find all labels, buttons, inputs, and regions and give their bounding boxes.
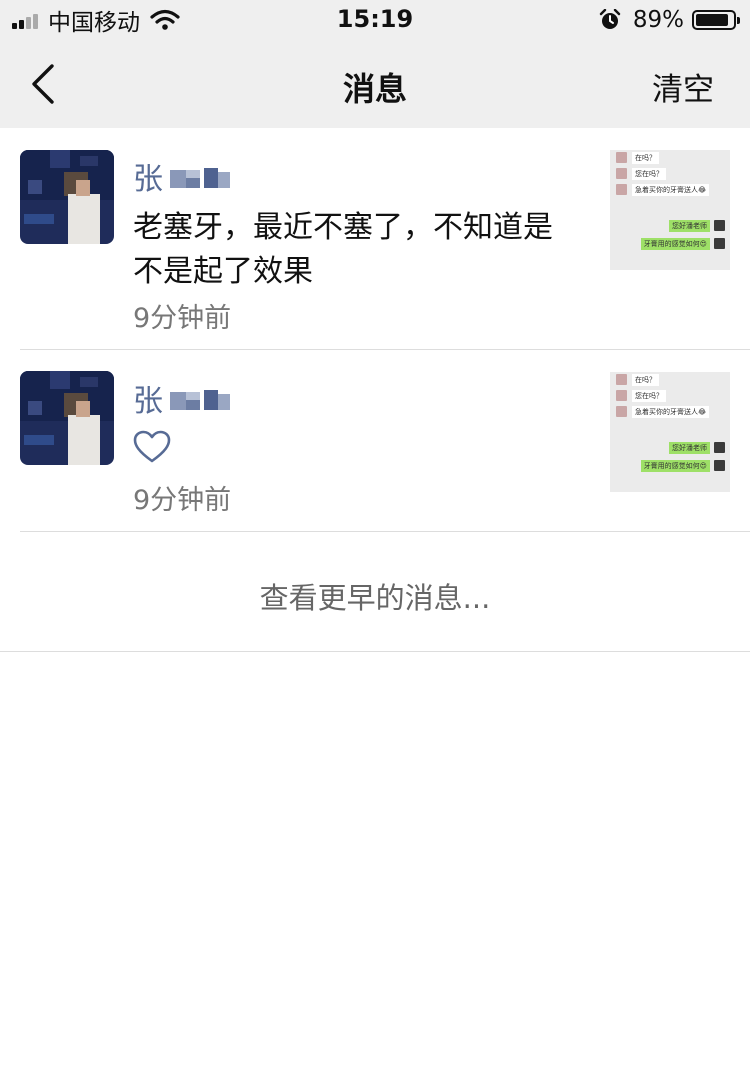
avatar-image [20, 150, 114, 244]
message-item[interactable]: 张 老塞牙，最近不塞了，不知道是不是起了效果 9分钟前 在吗？ 您在吗？ 急着买… [0, 128, 750, 350]
heart-outline-icon [133, 430, 171, 463]
avatar-image [20, 371, 114, 465]
divider [20, 531, 750, 532]
screenshot-thumbnail[interactable]: 在吗？ 您在吗？ 急着买你的牙膏送人😂 您好潘老师 牙膏用的感觉如何😍 [610, 150, 730, 270]
battery-cap [737, 17, 740, 24]
message-time: 9分钟前 [133, 485, 232, 516]
sender-name[interactable]: 张 [133, 376, 234, 420]
divider [0, 651, 750, 652]
thumb-avatar [714, 460, 725, 471]
thumb-avatar [714, 442, 725, 453]
thumb-message: 在吗？ [632, 152, 659, 164]
battery-level-fill [696, 14, 728, 26]
thumb-avatar [616, 374, 627, 385]
thumb-message: 在吗？ [632, 374, 659, 386]
thumb-message: 您在吗？ [632, 390, 666, 402]
alarm-icon [599, 9, 621, 29]
page-title: 消息 [342, 70, 407, 108]
status-bar: 中国移动 15:19 89% [0, 0, 750, 40]
screenshot-thumbnail[interactable]: 在吗？ 您在吗？ 急着买你的牙膏送人😂 您好潘老师 牙膏用的感觉如何😍 [610, 372, 730, 492]
battery-icon [692, 10, 740, 30]
thumb-message: 牙膏用的感觉如何😍 [640, 460, 710, 472]
message-item[interactable]: 张 9分钟前 在吗？ 您在吗？ 急着买你的牙膏送人😂 您好潘老师 牙膏用的感觉如… [0, 350, 750, 531]
thumb-avatar [714, 220, 725, 231]
thumb-avatar [616, 390, 627, 401]
thumb-avatar [714, 238, 725, 249]
sender-name-mosaic [170, 390, 230, 410]
message-text: 老塞牙，最近不塞了，不知道是不是起了效果 [133, 210, 553, 289]
thumb-message: 您好潘老师 [669, 442, 710, 454]
view-earlier-messages-button[interactable]: 查看更早的消息... [0, 575, 750, 617]
thumb-message: 牙膏用的感觉如何😍 [640, 238, 710, 250]
thumb-message: 您在吗？ [632, 168, 666, 180]
thumb-message: 您好潘老师 [669, 220, 710, 232]
thumb-message: 急着买你的牙膏送人😂 [632, 184, 710, 196]
sender-name-text: 张 [133, 162, 164, 197]
nav-bar: 消息 清空 [0, 40, 750, 128]
thumb-avatar [616, 152, 627, 163]
sender-name[interactable]: 张 [133, 154, 234, 198]
thumb-avatar [616, 168, 627, 179]
sender-name-text: 张 [133, 384, 164, 419]
status-right: 89% [599, 5, 740, 35]
message-time: 9分钟前 [133, 303, 232, 334]
avatar[interactable] [20, 150, 114, 244]
clear-button[interactable]: 清空 [652, 64, 714, 109]
avatar[interactable] [20, 371, 114, 465]
battery-percent: 89% [632, 7, 684, 33]
thumb-avatar [616, 406, 627, 417]
thumb-message: 急着买你的牙膏送人😂 [632, 406, 710, 418]
sender-name-mosaic [170, 168, 230, 188]
thumb-avatar [616, 184, 627, 195]
